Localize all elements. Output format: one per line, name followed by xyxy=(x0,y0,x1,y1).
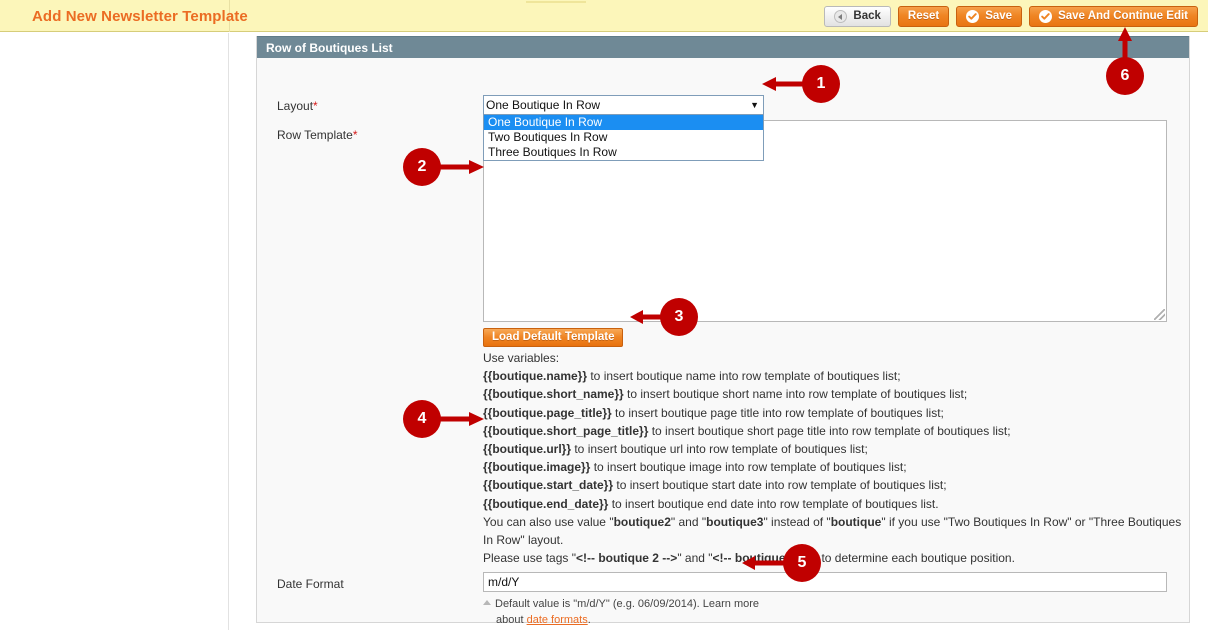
variable-desc: to insert boutique end date into row tem… xyxy=(608,496,939,511)
required-asterisk: * xyxy=(352,128,358,142)
page-title: Add New Newsletter Template xyxy=(32,8,248,25)
variable-line: {{boutique.end_date}} to insert boutique… xyxy=(483,495,1183,513)
date-format-note-line1: Default value is "m/d/Y" (e.g. 06/09/201… xyxy=(495,598,760,610)
variable-line: {{boutique.page_title}} to insert boutiq… xyxy=(483,404,1183,422)
row-of-boutiques-panel: Row of Boutiques List Layout* One Boutiq… xyxy=(256,36,1190,626)
textarea-resize-handle[interactable] xyxy=(1154,309,1165,320)
variables-intro: Use variables: xyxy=(483,351,560,365)
check-circle-icon xyxy=(1039,10,1053,23)
reset-button[interactable]: Reset xyxy=(897,6,950,27)
date-format-input[interactable] xyxy=(483,572,1167,592)
variable-desc: to insert boutique page title into row t… xyxy=(611,405,944,420)
variable-line: {{boutique.short_name}} to insert boutiq… xyxy=(483,385,1183,403)
variable-token: {{boutique.end_date}} xyxy=(483,496,609,511)
variable-token: {{boutique.name}} xyxy=(483,369,588,384)
header-faint-rule xyxy=(526,1,586,3)
annotation-marker-6: 6 xyxy=(1106,57,1144,95)
left-sidebar xyxy=(0,33,229,630)
screen-root: Add New Newsletter Template Back Reset S… xyxy=(0,0,1208,630)
annotation-marker-2: 2 xyxy=(403,148,441,186)
reset-button-label: Reset xyxy=(907,9,940,22)
row-template-field-label: Row Template* xyxy=(277,128,358,142)
save-button[interactable]: Save xyxy=(956,6,1023,27)
annotation-arrow-4 xyxy=(440,412,484,426)
layout-field-label: Layout* xyxy=(277,99,318,113)
panel-title: Row of Boutiques List xyxy=(257,36,1189,58)
variable-line: {{boutique.image}} to insert boutique im… xyxy=(483,458,1183,476)
variable-desc: to insert boutique url into row template… xyxy=(571,442,868,457)
top-header-bar: Add New Newsletter Template Back Reset S… xyxy=(0,0,1208,32)
load-default-template-button[interactable]: Load Default Template xyxy=(483,328,624,347)
date-format-field-label: Date Format xyxy=(277,577,344,591)
annotation-marker-1: 1 xyxy=(802,65,840,103)
back-button-label: Back xyxy=(853,9,881,22)
variable-line: {{boutique.name}} to insert boutique nam… xyxy=(483,367,1183,385)
date-format-note-suffix: . xyxy=(587,614,591,626)
layout-select[interactable]: One Boutique In Row xyxy=(483,95,764,115)
annotation-marker-4: 4 xyxy=(403,400,441,438)
annotation-marker-3: 3 xyxy=(660,298,698,336)
layout-option-three[interactable]: Three Boutiques In Row xyxy=(484,145,763,160)
annotation-arrow-2 xyxy=(440,160,484,174)
variable-desc: to insert boutique name into row templat… xyxy=(587,369,901,384)
date-format-note-prefix: about xyxy=(496,614,527,626)
back-button[interactable]: Back xyxy=(824,6,891,27)
required-asterisk: * xyxy=(313,99,318,113)
save-and-continue-edit-button[interactable]: Save And Continue Edit xyxy=(1029,6,1198,27)
variable-line: {{boutique.url}} to insert boutique url … xyxy=(483,440,1183,458)
variable-token: {{boutique.url}} xyxy=(483,442,572,457)
variable-token: {{boutique.page_title}} xyxy=(483,405,612,420)
annotation-marker-5: 5 xyxy=(783,544,821,582)
variable-token: {{boutique.image}} xyxy=(483,460,591,475)
variable-desc: to insert boutique short name into row t… xyxy=(623,387,968,402)
variable-desc: to insert boutique start date into row t… xyxy=(613,478,947,493)
variable-token: {{boutique.short_page_title}} xyxy=(483,423,649,438)
save-and-continue-edit-button-label: Save And Continue Edit xyxy=(1058,9,1188,22)
panel-body: Layout* One Boutique In Row ▼ One Boutiq… xyxy=(257,58,1189,626)
variables-tags-note: Please use tags "<!-- boutique 2 -->" an… xyxy=(483,551,1015,566)
variable-token: {{boutique.short_name}} xyxy=(483,387,624,402)
variable-desc: to insert boutique short page title into… xyxy=(648,423,1011,438)
load-default-template-label: Load Default Template xyxy=(492,330,615,343)
date-format-note: Default value is "m/d/Y" (e.g. 06/09/201… xyxy=(483,596,813,628)
layout-option-one[interactable]: One Boutique In Row xyxy=(484,115,763,130)
date-formats-link[interactable]: date formats xyxy=(527,614,588,626)
layout-select-dropdown[interactable]: One Boutique In Row Two Boutiques In Row… xyxy=(483,115,764,161)
annotation-arrow-5 xyxy=(742,556,785,570)
layout-option-two[interactable]: Two Boutiques In Row xyxy=(484,130,763,145)
variables-help-text: Use variables: {{boutique.name}} to inse… xyxy=(483,349,1183,567)
variable-line: {{boutique.start_date}} to insert boutiq… xyxy=(483,476,1183,494)
check-circle-icon xyxy=(966,10,980,23)
collapse-triangle-icon xyxy=(483,600,491,605)
header-button-group: Back Reset Save Save And Continue Edit xyxy=(824,6,1198,27)
variables-alt-note: You can also use value "boutique2" and "… xyxy=(483,514,1182,548)
layout-select-wrap: One Boutique In Row ▼ xyxy=(483,95,764,115)
variable-line: {{boutique.short_page_title}} to insert … xyxy=(483,422,1183,440)
variable-desc: to insert boutique image into row templa… xyxy=(590,460,907,475)
variable-token: {{boutique.start_date}} xyxy=(483,478,614,493)
back-circle-icon xyxy=(834,10,848,23)
save-button-label: Save xyxy=(985,9,1013,22)
